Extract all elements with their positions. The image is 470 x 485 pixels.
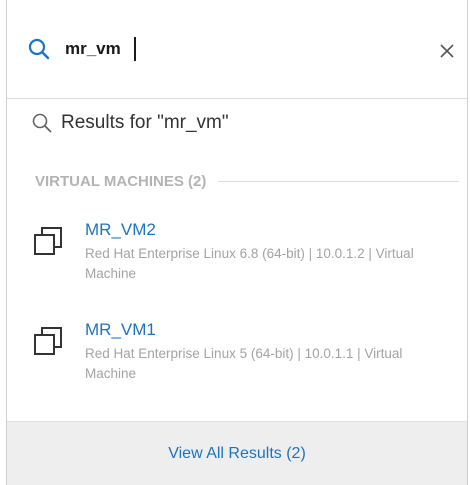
section-label: VIRTUAL MACHINES (2) [35, 173, 207, 190]
close-icon[interactable] [439, 43, 455, 59]
search-icon [32, 113, 52, 133]
search-bar [7, 3, 467, 99]
search-input[interactable] [65, 35, 415, 63]
section-header-virtual-machines: VIRTUAL MACHINES (2) [35, 173, 459, 190]
virtual-machine-icon [34, 327, 62, 355]
result-meta: Red Hat Enterprise Linux 5 (64-bit) | 10… [85, 346, 403, 381]
view-all-results-button[interactable]: View All Results (2) [7, 421, 467, 485]
result-title[interactable]: MR_VM2 [85, 220, 156, 240]
results-for-label: Results for "mr_vm" [61, 112, 229, 133]
result-title[interactable]: MR_VM1 [85, 320, 156, 340]
virtual-machine-icon [34, 227, 62, 255]
text-caret [134, 37, 136, 61]
view-all-results-label: View All Results (2) [168, 444, 306, 462]
search-icon [28, 38, 50, 60]
search-results-panel: Results for "mr_vm" VIRTUAL MACHINES (2)… [6, 0, 468, 485]
section-divider [218, 181, 459, 182]
result-meta: Red Hat Enterprise Linux 6.8 (64-bit) | … [85, 246, 414, 281]
results-for-query[interactable]: Results for "mr_vm" [31, 112, 229, 134]
